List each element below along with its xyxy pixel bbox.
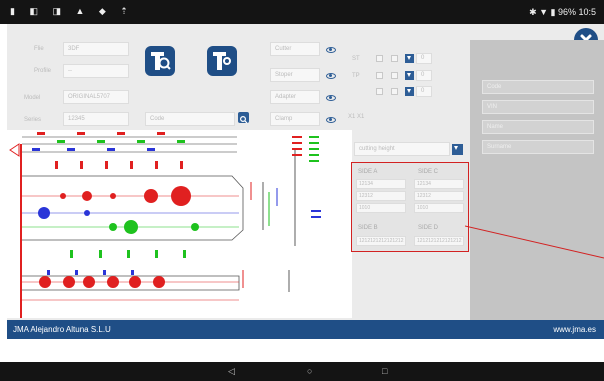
third-check[interactable] xyxy=(376,88,383,95)
model-label: Model xyxy=(24,95,41,101)
side-a-value-2[interactable]: 12312 xyxy=(356,191,406,201)
stopper-field[interactable]: Stoper xyxy=(270,68,320,82)
tp-check[interactable] xyxy=(376,72,383,79)
model-field[interactable]: ORIGINAL5707 xyxy=(63,90,129,104)
search-icon xyxy=(239,115,248,124)
website-link[interactable]: www.jma.es xyxy=(553,325,596,334)
profile-label: Profile xyxy=(34,68,52,74)
tp-value[interactable]: 0 xyxy=(416,70,432,81)
cutting-height-dropdown-icon[interactable] xyxy=(452,144,463,155)
side-a-value-3[interactable]: 1010 xyxy=(356,203,406,213)
side-b-value[interactable]: 1212121212121212 xyxy=(356,236,406,246)
third-value[interactable]: 0 xyxy=(416,86,432,97)
search-button[interactable] xyxy=(238,112,249,124)
clamp-field[interactable]: Clamp xyxy=(270,112,320,126)
status-bar: ▮ ◧ ◨ ▲ ◆ ⇡ ✱ ▼ ▮ 96% 10:5 xyxy=(0,0,604,24)
st-dropdown[interactable] xyxy=(405,54,414,63)
series-label: Series xyxy=(24,117,42,123)
adapter-eye-icon[interactable] xyxy=(326,95,336,101)
profile-field[interactable]: -- xyxy=(63,64,129,78)
company-name: JMA Alejandro Altuna S.L.U xyxy=(13,325,111,334)
cutting-height-select[interactable]: cutting height xyxy=(354,142,450,156)
back-icon[interactable]: ◁ xyxy=(228,366,235,377)
status-right: ✱ ▼ ▮ 96% 10:5 xyxy=(529,7,596,17)
app-footer: JMA Alejandro Altuna S.L.U www.jma.es xyxy=(7,320,604,339)
side-c-label: SIDE C xyxy=(418,169,439,175)
adapter-field[interactable]: Adapter xyxy=(270,90,320,104)
android-nav-bar: ◁ ○ □ xyxy=(0,362,604,381)
tp-plus[interactable] xyxy=(391,72,398,79)
side-c-value-2[interactable]: 12312 xyxy=(414,191,464,201)
tp-label: TP xyxy=(352,73,360,79)
side-c-value-1[interactable]: 12134 xyxy=(414,179,464,189)
key-info-button[interactable] xyxy=(207,46,237,76)
tp-dropdown[interactable] xyxy=(405,71,414,80)
status-icons: ▮ ◧ ◨ ▲ ◆ ⇡ xyxy=(10,6,134,16)
cutter-eye-icon[interactable] xyxy=(326,47,336,53)
key-search-icon xyxy=(151,52,171,70)
side-c-value-3[interactable]: 1010 xyxy=(414,203,464,213)
home-icon[interactable]: ○ xyxy=(307,366,312,376)
cutter-field[interactable]: Cutter xyxy=(270,42,320,56)
code-field[interactable]: Code xyxy=(145,112,235,126)
third-minus[interactable] xyxy=(391,88,398,95)
side-d-value[interactable]: 1212121212121212 xyxy=(414,236,464,246)
flie-label: Flie xyxy=(34,46,44,52)
st-check[interactable] xyxy=(376,55,383,62)
name-field[interactable]: Name xyxy=(482,120,594,134)
stopper-eye-icon[interactable] xyxy=(326,73,336,79)
side-a-value-1[interactable]: 12134 xyxy=(356,179,406,189)
side-d-label: SIDE D xyxy=(418,225,439,231)
key-blank-icon xyxy=(213,52,231,70)
third-dropdown[interactable] xyxy=(405,87,414,96)
side-values-panel: SIDE A SIDE C 12134 12134 12312 12312 10… xyxy=(351,162,469,252)
st-plus[interactable] xyxy=(391,55,398,62)
st-value[interactable]: 0 xyxy=(416,53,432,64)
clamp-eye-icon[interactable] xyxy=(326,117,336,123)
callout-line xyxy=(465,225,604,259)
key-cut-diagram xyxy=(7,130,352,318)
side-b-label: SIDE B xyxy=(358,225,378,231)
customer-panel: Code VIN Name Surname xyxy=(470,40,604,325)
surname-field[interactable]: Surname xyxy=(482,140,594,154)
recent-apps-icon[interactable]: □ xyxy=(382,366,387,376)
series-field[interactable]: 12345 xyxy=(63,112,129,126)
vin-field[interactable]: VIN xyxy=(482,100,594,114)
key-search-button[interactable] xyxy=(145,46,175,76)
st-label: ST xyxy=(352,56,360,62)
side-a-label: SIDE A xyxy=(358,169,378,175)
coord-readout: X1 X1 xyxy=(348,114,365,120)
customer-code-field[interactable]: Code xyxy=(482,80,594,94)
flie-field[interactable]: 3DF xyxy=(63,42,129,56)
